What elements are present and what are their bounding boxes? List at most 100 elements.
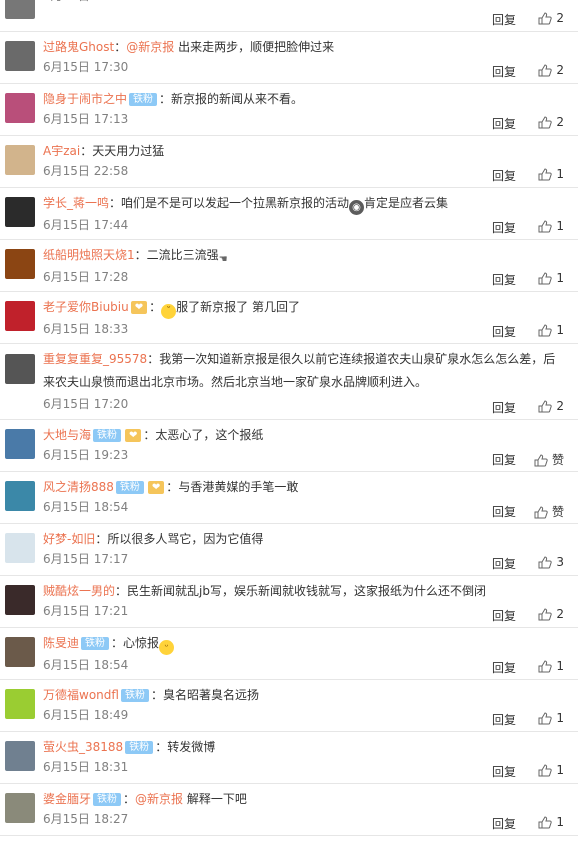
like-button[interactable]: 1	[538, 323, 564, 337]
fan-badge[interactable]: 铁粉	[125, 741, 154, 754]
fan-badge[interactable]: 铁粉	[93, 793, 122, 806]
comment-text-line: 万德福wondfl 铁粉 ：臭名昭著臭名远扬	[43, 686, 578, 705]
avatar[interactable]	[5, 533, 35, 563]
comment-text: 解释一下吧	[183, 792, 247, 806]
like-button[interactable]: 1	[538, 271, 564, 285]
mention-link[interactable]: @新京报	[126, 40, 174, 54]
reply-button[interactable]: 回复	[492, 607, 516, 624]
like-button[interactable]: 1	[538, 167, 564, 181]
thumbs-up-icon	[538, 763, 556, 777]
thumbs-up-icon	[538, 63, 556, 77]
username-link[interactable]: 好梦-如旧	[43, 532, 95, 546]
like-button[interactable]: 3	[538, 555, 564, 569]
avatar[interactable]	[5, 93, 35, 123]
comment-text-line: 纸船明烛照天烧1：二流比三流强☚	[43, 246, 578, 267]
username-link[interactable]: 陈旻迪	[43, 636, 79, 650]
like-button[interactable]: 2	[538, 11, 564, 25]
thumbs-up-icon	[538, 219, 556, 233]
comment-list: 6月15日 17:56回复2过路鬼Ghost：@新京报 出来走两步，顺便把脸伸过…	[0, 0, 578, 836]
like-button[interactable]: 2	[538, 115, 564, 129]
username-link[interactable]: 老子爱你Biubiu	[43, 300, 129, 314]
comment-text: 新京报的新闻从来不看。	[171, 92, 304, 106]
like-count: 1	[556, 711, 564, 725]
comment-item: A宇zai：天天用力过猛 6月15日 22:58 回复 1	[0, 136, 578, 188]
avatar[interactable]	[5, 197, 35, 227]
separator: ：	[150, 688, 163, 702]
reply-button[interactable]: 回复	[492, 815, 516, 832]
thumbs-up-icon	[538, 323, 556, 337]
username-link[interactable]: 贼酷炫一男的	[43, 584, 115, 598]
avatar[interactable]	[5, 793, 35, 823]
fan-badge[interactable]: 铁粉	[120, 689, 149, 702]
fan-badge[interactable]: 铁粉	[115, 481, 144, 494]
comment-text-line: 陈旻迪 铁粉 ：心惊报 ᵕ	[43, 634, 578, 655]
comment-text: 所以很多人骂它，因为它值得	[107, 532, 264, 546]
like-count: 1	[556, 763, 564, 777]
avatar[interactable]	[5, 41, 35, 71]
like-button[interactable]: 1	[538, 711, 564, 725]
thumbs-up-icon	[538, 399, 556, 413]
avatar[interactable]	[5, 354, 35, 384]
reply-button[interactable]: 回复	[492, 711, 516, 728]
like-button[interactable]: 2	[538, 399, 564, 413]
username-link[interactable]: 重复复重复_95578	[43, 352, 147, 366]
avatar[interactable]	[5, 0, 35, 19]
like-button[interactable]: 1	[538, 815, 564, 829]
reply-button[interactable]: 回复	[492, 63, 516, 80]
username-link[interactable]: 萤火虫_38188	[43, 740, 123, 754]
like-count: 3	[556, 555, 564, 569]
username-link[interactable]: 大地与海	[43, 428, 91, 442]
comment-text: 二流比三流强	[146, 248, 219, 262]
like-button[interactable]: 1	[538, 219, 564, 233]
like-count: 2	[556, 63, 564, 77]
username-link[interactable]: 婆金腼牙	[43, 792, 91, 806]
avatar[interactable]	[5, 585, 35, 615]
fan-badge[interactable]: 铁粉	[81, 637, 110, 650]
like-button[interactable]: 1	[538, 763, 564, 777]
fan-badge[interactable]: 铁粉	[93, 429, 122, 442]
reply-button[interactable]: 回复	[492, 11, 516, 28]
comment-item: 大地与海 铁粉 ❤ ：太恶心了，这个报纸 6月15日 19:23 回复赞	[0, 420, 578, 472]
mention-link[interactable]: @新京报	[135, 792, 183, 806]
like-button[interactable]: 赞	[534, 451, 564, 468]
avatar[interactable]	[5, 429, 35, 459]
like-button[interactable]: 1	[538, 659, 564, 673]
username-link[interactable]: A宇zai	[43, 144, 80, 158]
separator: ：	[166, 480, 179, 494]
reply-button[interactable]: 回复	[492, 115, 516, 132]
comment-text-line: 过路鬼Ghost：@新京报 出来走两步，顺便把脸伸过来	[43, 38, 578, 57]
username-link[interactable]: 隐身于闹市之中	[43, 92, 127, 106]
reply-button[interactable]: 回复	[492, 271, 516, 288]
reply-button[interactable]: 回复	[492, 503, 516, 520]
fan-badge[interactable]: 铁粉	[129, 93, 158, 106]
username-link[interactable]: 万德福wondfl	[43, 688, 119, 702]
username-link[interactable]: 纸船明烛照天烧1	[43, 248, 135, 262]
reply-button[interactable]: 回复	[492, 219, 516, 236]
avatar[interactable]	[5, 249, 35, 279]
username-link[interactable]: 学长_蒋一鸣	[43, 196, 109, 210]
avatar[interactable]	[5, 689, 35, 719]
reply-button[interactable]: 回复	[492, 323, 516, 340]
vip-badge: ❤	[130, 301, 148, 314]
avatar[interactable]	[5, 741, 35, 771]
reply-button[interactable]: 回复	[492, 555, 516, 572]
separator: ：	[123, 792, 136, 806]
reply-button[interactable]: 回复	[492, 659, 516, 676]
like-button[interactable]: 赞	[534, 503, 564, 520]
like-button[interactable]: 2	[538, 63, 564, 77]
avatar[interactable]	[5, 301, 35, 331]
like-button[interactable]: 2	[538, 607, 564, 621]
reply-button[interactable]: 回复	[492, 167, 516, 184]
reply-button[interactable]: 回复	[492, 451, 516, 468]
username-link[interactable]: 风之清扬888	[43, 480, 114, 494]
username-link[interactable]: 过路鬼Ghost	[43, 40, 114, 54]
reply-button[interactable]: 回复	[492, 399, 516, 416]
reply-button[interactable]: 回复	[492, 763, 516, 780]
separator: ：	[111, 636, 124, 650]
avatar[interactable]	[5, 145, 35, 175]
avatar[interactable]	[5, 481, 35, 511]
avatar[interactable]	[5, 637, 35, 667]
separator: ：	[134, 248, 147, 262]
thumbs-up-icon	[538, 167, 556, 181]
comment-text: 出来走两步，顺便把脸伸过来	[174, 40, 335, 54]
